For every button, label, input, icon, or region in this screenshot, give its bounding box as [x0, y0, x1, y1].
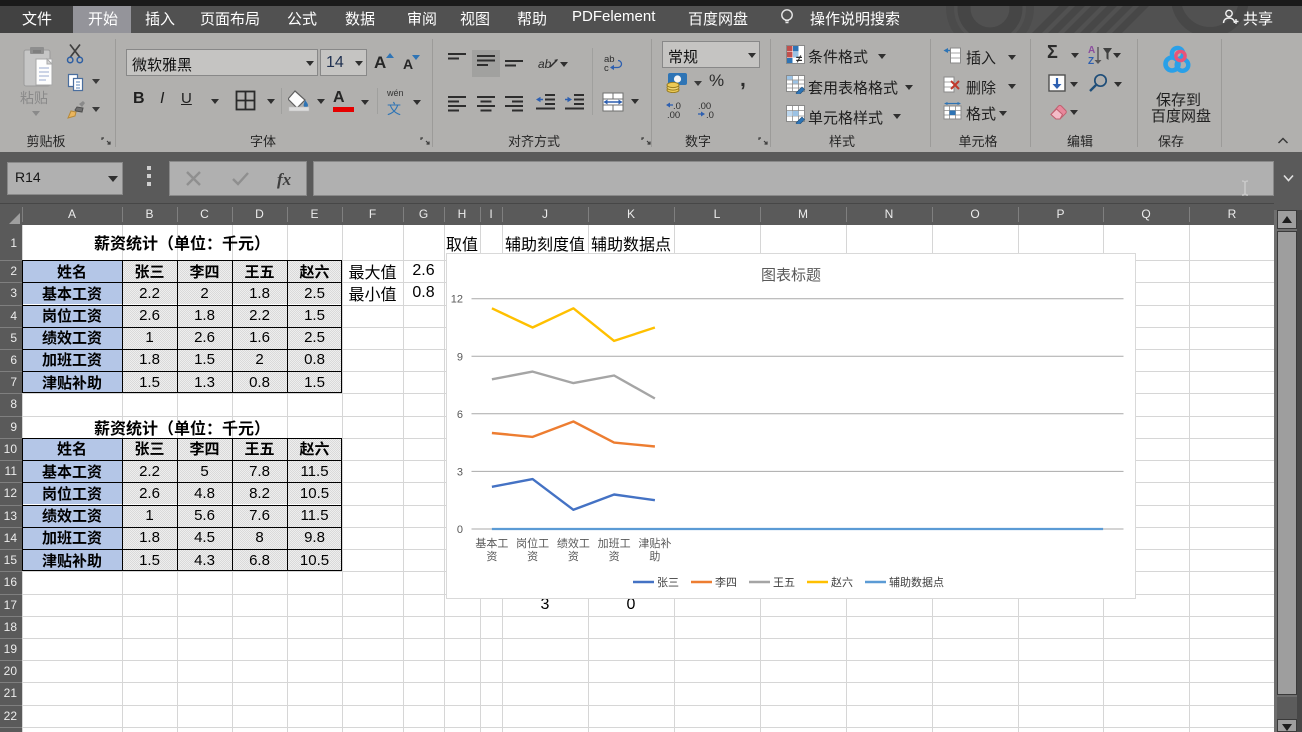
svg-text:辅助数据点: 辅助数据点 [889, 575, 944, 589]
svg-text:ab: ab [538, 57, 552, 71]
svg-text:0: 0 [457, 524, 463, 536]
svg-text:岗位工: 岗位工 [516, 536, 549, 550]
svg-text:9: 9 [457, 351, 463, 363]
svg-text:津贴补: 津贴补 [638, 536, 671, 550]
svg-text:≠: ≠ [796, 54, 802, 65]
svg-text:3: 3 [457, 466, 463, 478]
svg-text:赵六: 赵六 [831, 575, 853, 589]
svg-text:fx: fx [277, 170, 292, 189]
svg-text:资: 资 [568, 550, 579, 563]
svg-text:加班工: 加班工 [598, 537, 631, 550]
svg-text:资: 资 [486, 550, 497, 563]
svg-text:基本工: 基本工 [475, 536, 508, 550]
svg-text:王五: 王五 [773, 577, 795, 589]
svg-text:绩效工: 绩效工 [557, 536, 590, 550]
svg-text:c: c [604, 63, 609, 74]
svg-text:A: A [1088, 45, 1095, 56]
svg-text:助: 助 [649, 549, 660, 563]
svg-text:资: 资 [609, 550, 620, 563]
svg-text:李四: 李四 [715, 575, 737, 589]
svg-text:6: 6 [457, 409, 463, 421]
svg-text:Z: Z [1088, 56, 1094, 65]
svg-text:.00: .00 [667, 110, 680, 119]
svg-text:张三: 张三 [657, 576, 679, 589]
svg-text:资: 资 [527, 550, 538, 563]
svg-text:12: 12 [451, 294, 463, 306]
svg-text:.0: .0 [706, 110, 714, 119]
